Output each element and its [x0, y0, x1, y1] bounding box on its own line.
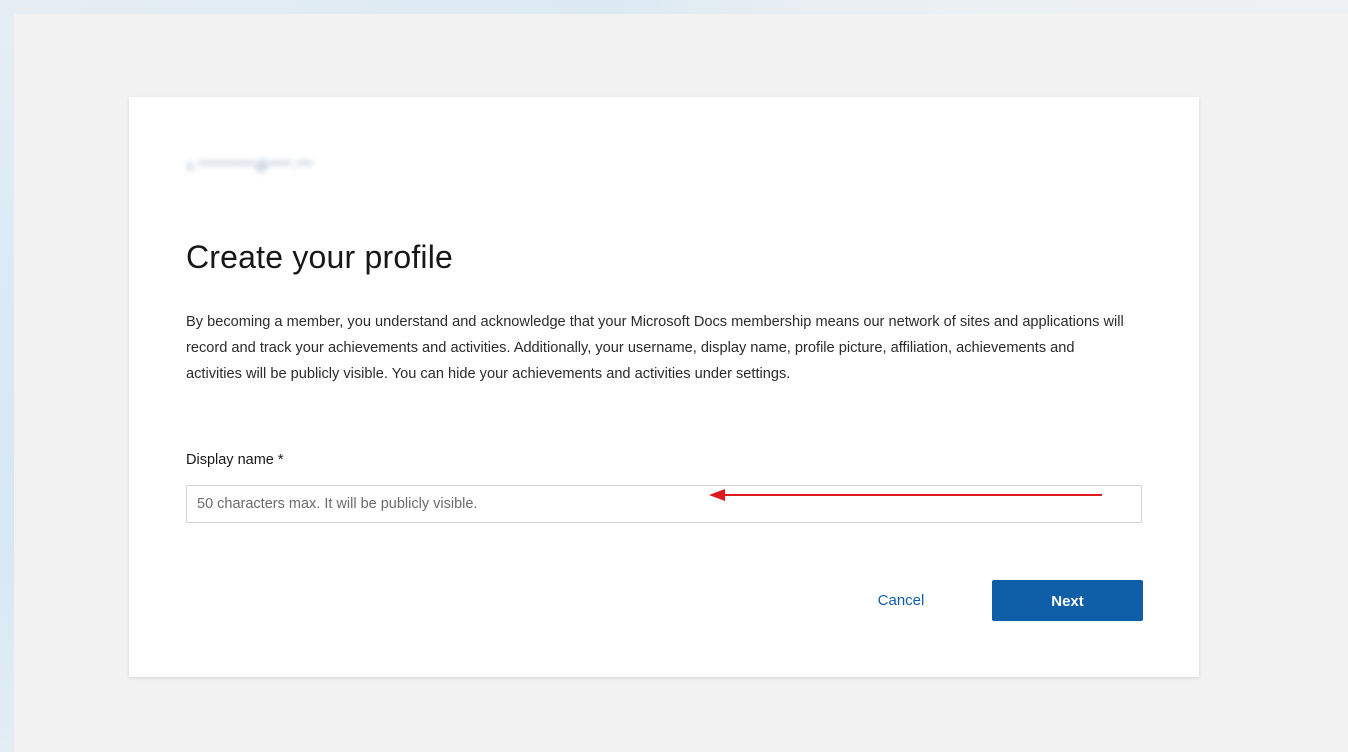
left-background-glow [0, 0, 14, 752]
membership-description: By becoming a member, you understand and… [186, 314, 1124, 382]
profile-card: c.**********@****.*** Create your profil… [129, 97, 1199, 677]
cancel-button[interactable]: Cancel [856, 580, 946, 620]
display-name-input[interactable] [186, 485, 1142, 523]
display-name-label: Display name * [186, 452, 284, 468]
account-email: c.**********@****.*** [187, 157, 313, 173]
page-title: Create your profile [186, 239, 454, 275]
next-button[interactable]: Next [992, 580, 1143, 621]
top-background-glow [0, 0, 1348, 14]
